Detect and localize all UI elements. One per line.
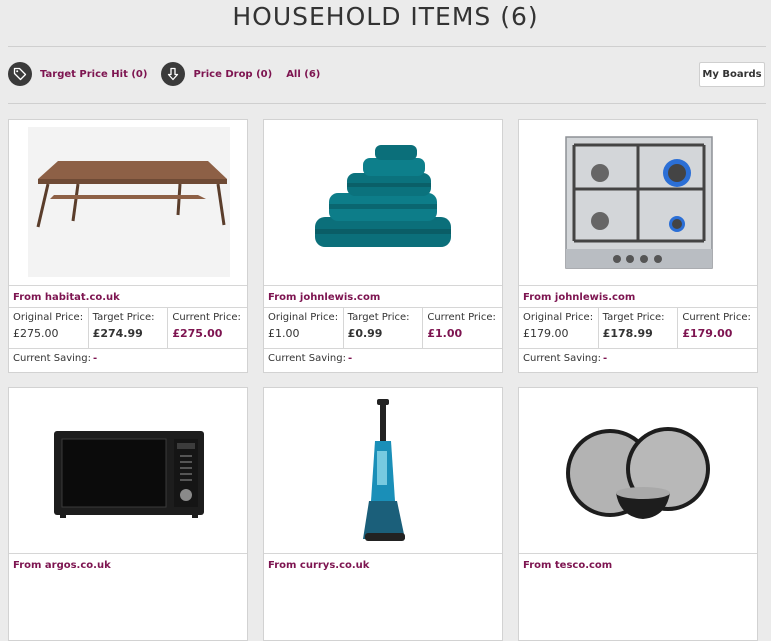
product-source-link[interactable]: From habitat.co.uk	[9, 285, 247, 307]
product-card[interactable]: From argos.co.uk	[8, 387, 248, 641]
product-card[interactable]: From habitat.co.uk Original Price: £275.0…	[8, 119, 248, 373]
target-price-label: Target Price:	[347, 312, 410, 323]
product-source-link[interactable]: From argos.co.uk	[9, 553, 247, 575]
current-saving-value: -	[92, 353, 98, 364]
current-saving: Current Saving: -	[523, 353, 607, 364]
product-source-link[interactable]: From johnlewis.com	[264, 285, 502, 307]
product-image-coffee-table[interactable]	[10, 121, 246, 285]
target-price: £274.99	[92, 327, 143, 340]
original-price-label: Original Price:	[523, 312, 594, 323]
price-table: Original Price: £1.00 Target Price: £0.99 …	[264, 307, 502, 349]
filter-label: All (6)	[286, 68, 321, 80]
target-price: £178.99	[602, 327, 653, 340]
current-saving-label: Current Saving:	[268, 353, 346, 364]
current-saving-value: -	[602, 353, 608, 364]
page-title: HOUSEHOLD ITEMS (6)	[232, 2, 539, 31]
target-price-label: Target Price:	[602, 312, 665, 323]
filter-price-drop[interactable]: Price Drop (0)	[161, 62, 272, 86]
original-price-label: Original Price:	[268, 312, 339, 323]
original-price: £275.00	[13, 327, 59, 340]
price-table: Original Price: £275.00 Target Price: £274…	[9, 307, 247, 349]
divider	[8, 103, 766, 104]
filter-target-price-hit[interactable]: Target Price Hit (0)	[8, 62, 147, 86]
product-image-teal-towels[interactable]	[265, 121, 501, 285]
price-table: Original Price: £179.00 Target Price: £178…	[519, 307, 757, 349]
product-image-dinner-set[interactable]	[520, 389, 756, 553]
product-card[interactable]: From johnlewis.com Original Price: £179.0…	[518, 119, 758, 373]
current-price: £1.00	[427, 327, 463, 340]
product-card[interactable]: From johnlewis.com Original Price: £1.00 …	[263, 119, 503, 373]
product-image-vacuum-cleaner[interactable]	[265, 389, 501, 553]
target-price-label: Target Price:	[92, 312, 155, 323]
current-saving: Current Saving: -	[13, 353, 97, 364]
product-source-link[interactable]: From johnlewis.com	[519, 285, 757, 307]
product-image-gas-hob[interactable]	[520, 121, 756, 285]
current-price-label: Current Price:	[172, 312, 241, 323]
original-price: £1.00	[268, 327, 300, 340]
product-card[interactable]: From currys.co.uk	[263, 387, 503, 641]
product-source-link[interactable]: From tesco.com	[519, 553, 757, 575]
filter-label: Price Drop (0)	[193, 68, 273, 80]
target-price: £0.99	[347, 327, 383, 340]
current-saving-label: Current Saving:	[523, 353, 601, 364]
divider	[8, 46, 766, 47]
current-price: £179.00	[682, 327, 733, 340]
current-saving: Current Saving: -	[268, 353, 352, 364]
tag-icon	[8, 62, 32, 86]
filter-bar: Target Price Hit (0) Price Drop (0) All …	[8, 61, 334, 87]
product-card[interactable]: From tesco.com	[518, 387, 758, 641]
filter-label: Target Price Hit (0)	[40, 68, 148, 80]
arrow-down-icon	[161, 62, 186, 86]
filter-all[interactable]: All (6)	[286, 69, 320, 80]
current-price-label: Current Price:	[682, 312, 751, 323]
current-price-label: Current Price:	[427, 312, 496, 323]
my-boards-button[interactable]: My Boards	[699, 62, 765, 87]
original-price-label: Original Price:	[13, 312, 84, 323]
product-source-link[interactable]: From currys.co.uk	[264, 553, 502, 575]
current-saving-label: Current Saving:	[13, 353, 91, 364]
current-price: £275.00	[172, 327, 223, 340]
product-image-microwave[interactable]	[10, 389, 246, 553]
original-price: £179.00	[523, 327, 569, 340]
current-saving-value: -	[347, 353, 353, 364]
